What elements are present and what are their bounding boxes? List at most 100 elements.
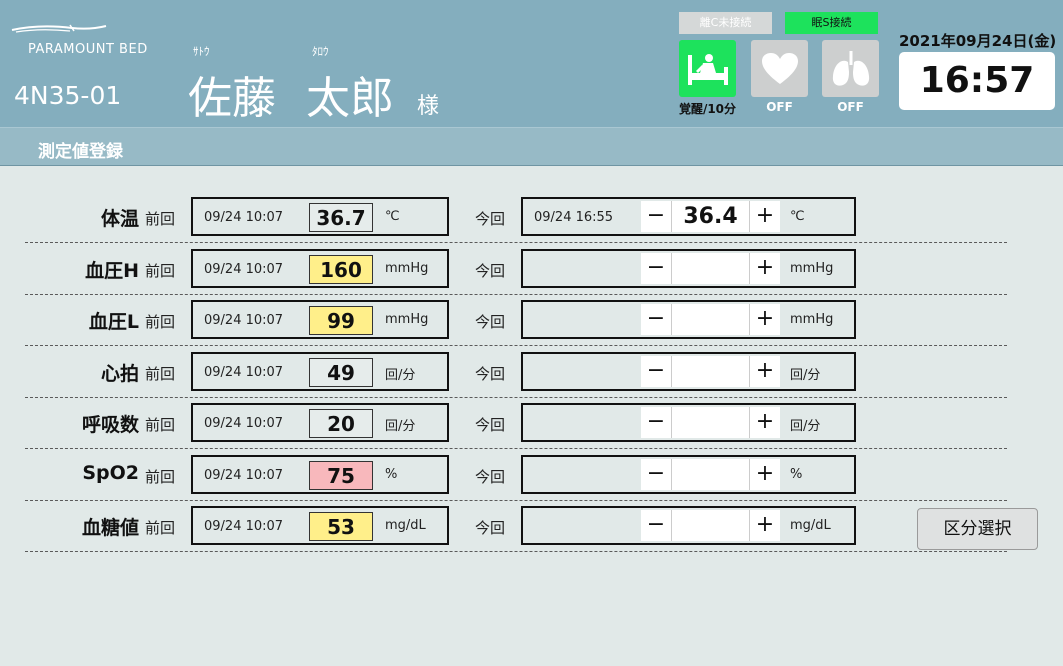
previous-value: 36.7 — [309, 203, 373, 232]
previous-value-box: 09/24 10:07 75% — [191, 455, 449, 494]
decrement-button[interactable]: − — [641, 253, 672, 284]
measurement-name: 血圧L — [88, 311, 139, 333]
previous-label: 前回 — [145, 519, 176, 537]
patient-first-name: 太郎 — [306, 73, 394, 124]
decrement-button[interactable]: − — [641, 201, 672, 232]
room-number: 4N35-01 — [14, 81, 122, 110]
previous-label: 前回 — [145, 313, 176, 331]
previous-timestamp: 09/24 10:07 — [204, 313, 284, 328]
measurement-name: 血糖値 — [81, 517, 139, 539]
logo-swoosh-icon — [11, 24, 107, 33]
measurement-row: SpO2 前回 09/24 10:07 75% 今回 − +% — [25, 449, 1037, 501]
current-value-input[interactable] — [672, 304, 749, 335]
value-stepper: − + — [641, 407, 780, 438]
previous-timestamp: 09/24 10:07 — [204, 519, 284, 534]
row-divider — [25, 551, 1007, 552]
measurement-row: 心拍 前回 09/24 10:07 49 回/分 今回 − + 回/分 — [25, 346, 1037, 398]
category-select-button[interactable]: 区分選択 — [917, 508, 1038, 550]
heart-status-button[interactable] — [751, 40, 808, 97]
current-value-box: − + 回/分 — [521, 352, 856, 391]
previous-value: 75 — [309, 461, 373, 490]
current-unit: ℃ — [790, 209, 805, 224]
previous-value-box: 09/24 10:07 20 回/分 — [191, 403, 449, 442]
value-stepper: − + — [641, 510, 780, 541]
current-label: 今回 — [475, 262, 506, 280]
decrement-button[interactable]: − — [641, 304, 672, 335]
value-stepper: − + — [641, 356, 780, 387]
current-label: 今回 — [475, 468, 506, 486]
decrement-button[interactable]: − — [641, 459, 672, 490]
patient-last-name-kana: ｻﾄｳ — [193, 45, 210, 58]
decrement-button[interactable]: − — [641, 356, 672, 387]
current-label: 今回 — [475, 519, 506, 537]
increment-button[interactable]: + — [749, 201, 780, 232]
previous-label: 前回 — [145, 210, 176, 228]
current-unit: mmHg — [790, 261, 834, 276]
measurement-name: SpO2 — [82, 462, 139, 484]
measurement-row: 血圧L 前回 09/24 10:07 99 mmHg 今回 − + mmHg — [25, 294, 1037, 346]
decrement-button[interactable]: − — [641, 510, 672, 541]
awake-status-label: 覚醒/10分 — [678, 102, 737, 116]
previous-timestamp: 09/24 10:07 — [204, 210, 284, 225]
previous-value-box: 09/24 10:07 53 mg/dL — [191, 506, 449, 545]
measurement-row: 体温 前回 09/24 10:07 36.7 ℃ 今回 09/24 16:55 −36.4 + ℃ — [25, 191, 1037, 243]
respiration-status-button[interactable] — [822, 40, 879, 97]
increment-button[interactable]: + — [749, 459, 780, 490]
previous-value-box: 09/24 10:07 36.7 ℃ — [191, 197, 449, 236]
previous-label: 前回 — [145, 416, 176, 434]
current-label: 今回 — [475, 313, 506, 331]
current-unit: 回/分 — [790, 368, 821, 383]
current-value-box: − + 回/分 — [521, 403, 856, 442]
previous-unit: % — [385, 467, 398, 482]
current-value-box: − +% — [521, 455, 856, 494]
current-time: 16:57 — [899, 52, 1055, 110]
previous-unit: 回/分 — [385, 419, 416, 434]
current-value-box: 09/24 16:55 −36.4 + ℃ — [521, 197, 856, 236]
current-unit: mg/dL — [790, 518, 831, 533]
current-unit: mmHg — [790, 312, 834, 327]
current-value-input[interactable] — [672, 510, 749, 541]
value-stepper: − + — [641, 253, 780, 284]
previous-value-box: 09/24 10:07 160 mmHg — [191, 249, 449, 288]
previous-label: 前回 — [145, 468, 176, 486]
patient-honorific: 様 — [417, 94, 440, 119]
current-timestamp: 09/24 16:55 — [534, 210, 614, 225]
current-value-input[interactable]: 36.4 — [672, 201, 749, 232]
value-stepper: − + — [641, 459, 780, 490]
previous-label: 前回 — [145, 365, 176, 383]
current-date: 2021年09月24日(金) — [899, 32, 1057, 50]
respiration-status-label: OFF — [837, 100, 864, 114]
increment-button[interactable]: + — [749, 356, 780, 387]
current-value-input[interactable] — [672, 459, 749, 490]
decrement-button[interactable]: − — [641, 407, 672, 438]
previous-timestamp: 09/24 10:07 — [204, 365, 284, 380]
heart-status-label: OFF — [766, 100, 793, 114]
bed-awake-icon — [687, 53, 728, 85]
measurement-name: 体温 — [100, 208, 139, 230]
measurement-name: 呼吸数 — [81, 414, 139, 436]
patient-last-name: 佐藤 — [188, 73, 276, 124]
current-value-box: − + mmHg — [521, 249, 856, 288]
measurement-name: 心拍 — [100, 363, 139, 385]
lungs-icon — [832, 50, 869, 86]
current-value-input[interactable] — [672, 253, 749, 284]
previous-value: 20 — [309, 409, 373, 438]
awake-status-button[interactable] — [679, 40, 736, 97]
increment-button[interactable]: + — [749, 510, 780, 541]
current-label: 今回 — [475, 210, 506, 228]
current-value-input[interactable] — [672, 407, 749, 438]
increment-button[interactable]: + — [749, 253, 780, 284]
previous-value-box: 09/24 10:07 49 回/分 — [191, 352, 449, 391]
previous-timestamp: 09/24 10:07 — [204, 262, 284, 277]
logo-text: PARAMOUNT BED — [28, 42, 148, 57]
current-value-input[interactable] — [672, 356, 749, 387]
value-stepper: − + — [641, 304, 780, 335]
measurement-name: 血圧H — [85, 260, 139, 282]
sleep-sensor-status-badge: 眠S接続 — [785, 12, 878, 34]
increment-button[interactable]: + — [749, 304, 780, 335]
increment-button[interactable]: + — [749, 407, 780, 438]
value-stepper: −36.4 + — [641, 201, 780, 232]
measurement-row: 呼吸数 前回 09/24 10:07 20 回/分 今回 − + 回/分 — [25, 397, 1037, 449]
previous-unit: mmHg — [385, 261, 429, 276]
previous-value: 99 — [309, 306, 373, 335]
